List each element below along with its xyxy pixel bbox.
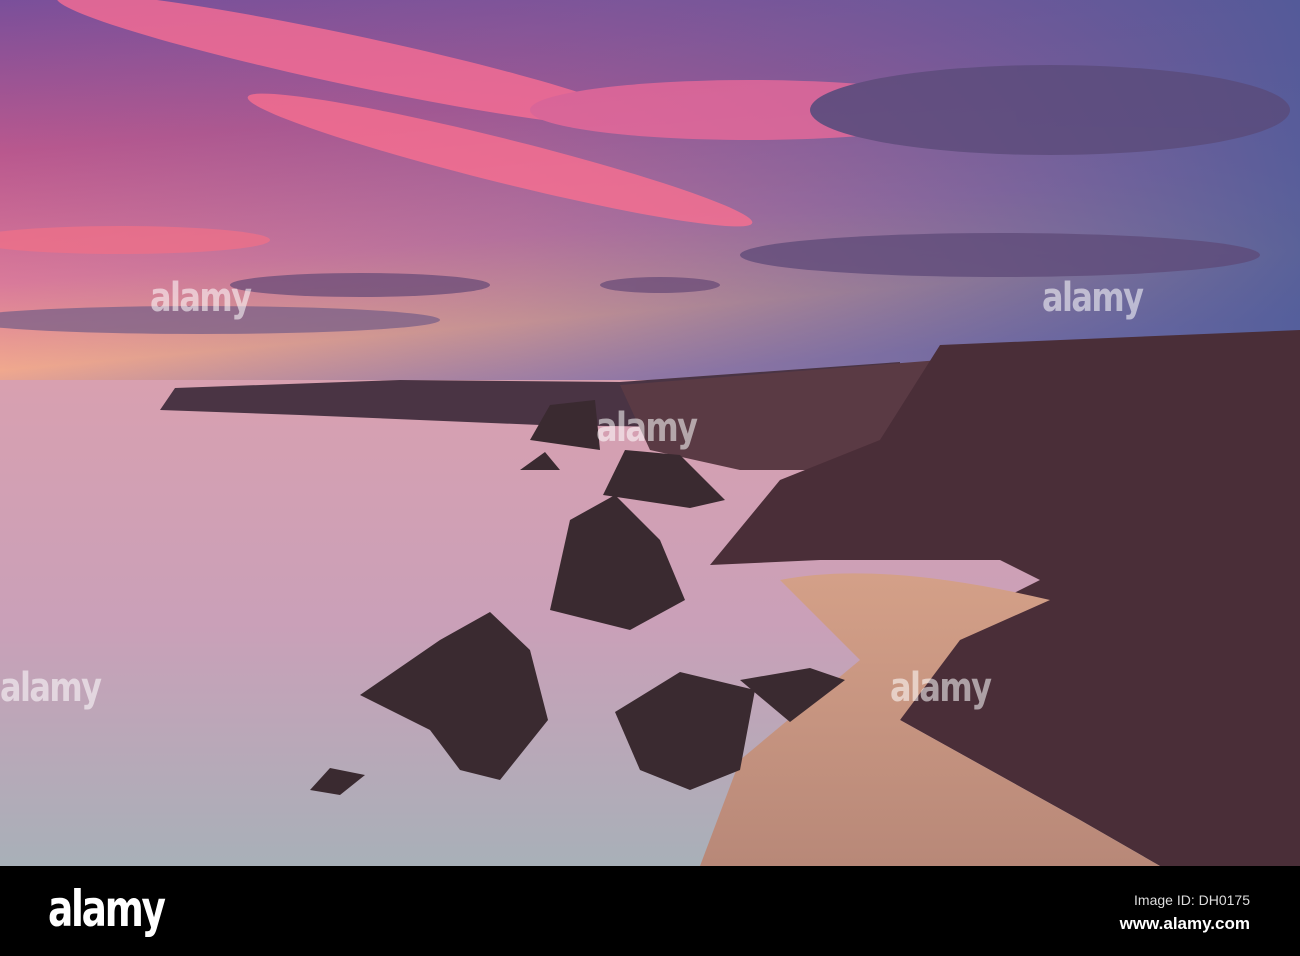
- watermark: alamy: [0, 665, 102, 711]
- image-id: Image ID: DH0175: [1134, 892, 1250, 908]
- website-link[interactable]: www.alamy.com: [1120, 914, 1250, 934]
- watermark: alamy: [890, 665, 992, 711]
- watermark: alamy: [596, 405, 698, 451]
- watermark: alamy: [1042, 275, 1144, 321]
- watermark: alamy: [150, 275, 252, 321]
- alamy-logo: alamy: [48, 880, 166, 938]
- stock-photo-page: alamy alamy alamy alamy alamy alamy Imag…: [0, 0, 1300, 956]
- watermark-footer: alamy Image ID: DH0175 www.alamy.com: [0, 866, 1300, 956]
